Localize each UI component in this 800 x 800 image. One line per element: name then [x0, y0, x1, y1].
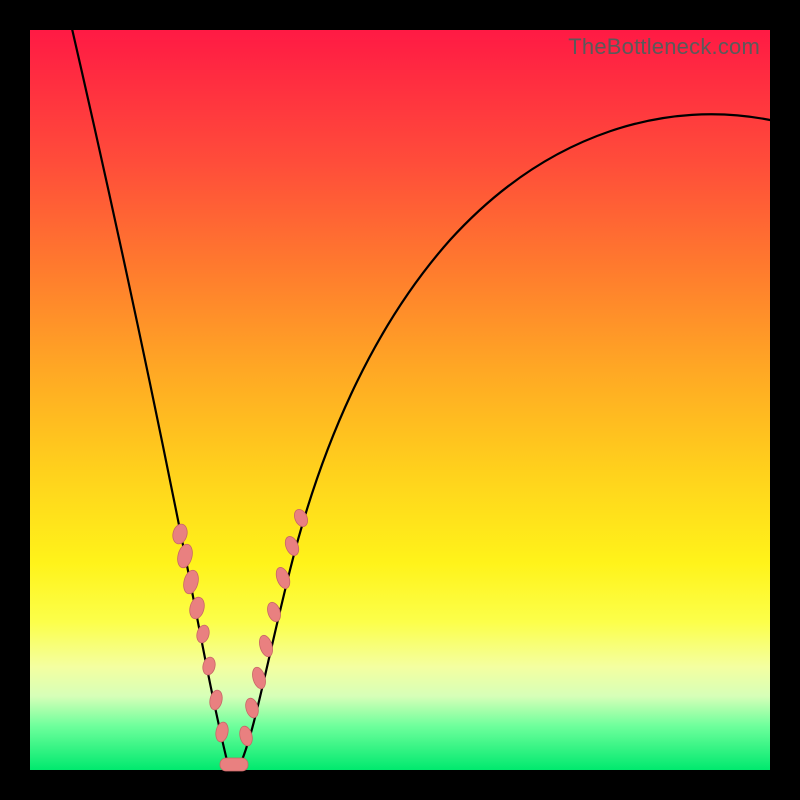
marker-bottom-pill: [220, 758, 248, 771]
chart-frame: TheBottleneck.com: [30, 30, 770, 770]
chart-svg: [30, 30, 770, 770]
curve-left-branch: [70, 20, 228, 765]
curve-right-branch: [240, 114, 770, 765]
markers-right: [238, 507, 310, 747]
markers-left: [171, 523, 230, 743]
